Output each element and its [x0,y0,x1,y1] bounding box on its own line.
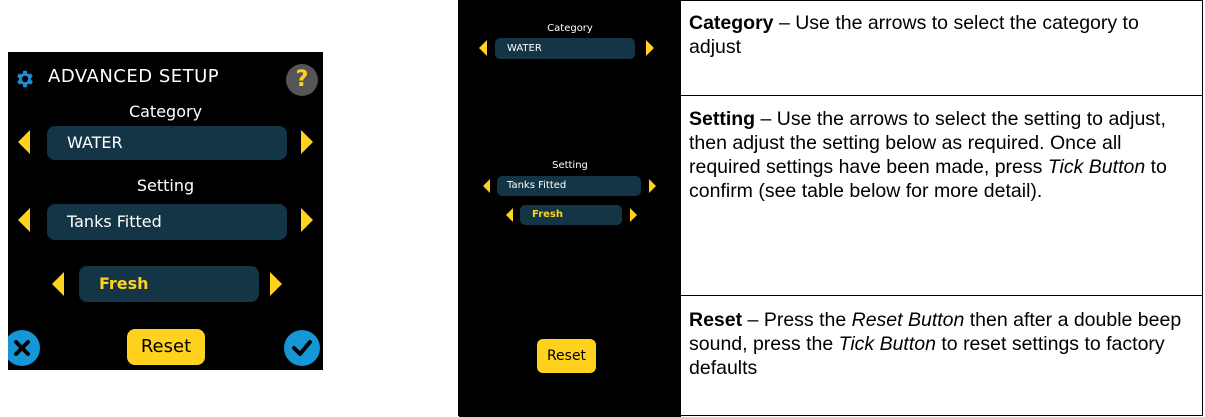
table-row-setting: Setting Tanks Fitted Fresh Setting – Use… [459,96,1202,296]
option-value: Fresh [99,274,149,293]
category-value-field: WATER [47,126,287,160]
setting-prev-arrow-icon[interactable] [18,208,30,232]
gear-icon [17,70,33,88]
advanced-setup-screen: ADVANCED SETUP ? Category WATER Setting … [8,52,323,370]
settings-table: Category WATER Category – Use the arrows… [458,0,1203,417]
category-value: WATER [67,133,123,152]
mini-next-arrow-icon [646,40,654,56]
option-prev-arrow-icon[interactable] [52,272,64,296]
mini-next-arrow-icon [649,179,656,193]
setting-next-arrow-icon[interactable] [301,208,313,232]
mini-setting-field: Tanks Fitted [497,176,641,196]
category-next-arrow-icon[interactable] [301,130,313,154]
option-value-field: Fresh [79,266,259,302]
setting-description: Setting – Use the arrows to select the s… [689,108,1167,202]
mini-category-value: WATER [507,43,542,54]
reset-description: Reset – Press the Reset Button then afte… [689,309,1182,379]
setting-value: Tanks Fitted [67,212,162,231]
mini-category-field: WATER [495,38,635,59]
table-row-category: Category WATER Category – Use the arrows… [459,1,1202,96]
mini-reset-button: Reset [537,339,596,373]
mini-option-field: Fresh [520,205,622,225]
reset-thumbnail: Reset [459,296,681,417]
setting-label: Setting [136,176,195,195]
mini-option-prev-arrow-icon [506,208,513,222]
setting-value-field: Tanks Fitted [47,204,287,240]
help-button[interactable]: ? [286,64,318,96]
mini-setting-label: Setting [552,160,588,171]
confirm-button[interactable] [284,330,320,366]
close-icon [14,340,30,356]
category-label: Category [128,102,203,121]
option-next-arrow-icon[interactable] [270,272,282,296]
mini-prev-arrow-icon [483,179,490,193]
mini-category-label: Category [547,23,593,34]
category-description: Category – Use the arrows to select the … [689,12,1139,58]
cancel-button[interactable] [8,330,40,366]
screen-header: ADVANCED SETUP ? [8,62,323,96]
category-thumbnail: Category WATER [459,1,681,95]
mini-option-value: Fresh [532,209,563,220]
screen-title: ADVANCED SETUP [48,66,220,87]
mini-setting-value: Tanks Fitted [507,180,567,191]
mini-option-next-arrow-icon [630,208,637,222]
reset-button[interactable]: Reset [127,329,205,365]
tick-icon [292,340,312,356]
mini-prev-arrow-icon [479,40,487,56]
setting-thumbnail: Setting Tanks Fitted Fresh [459,96,681,295]
table-row-reset: Reset Reset – Press the Reset Button the… [459,296,1202,417]
category-prev-arrow-icon[interactable] [18,130,30,154]
